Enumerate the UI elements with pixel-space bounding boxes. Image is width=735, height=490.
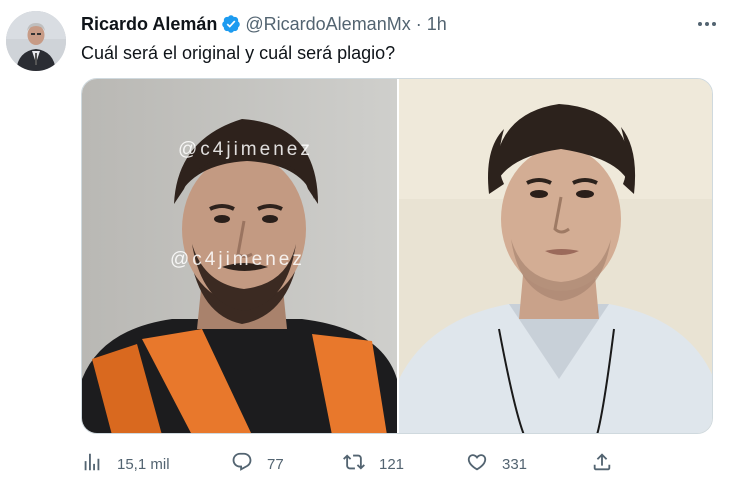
views-icon — [81, 451, 103, 477]
media-photo-right[interactable] — [399, 79, 712, 433]
author-name[interactable]: Ricardo Alemán — [81, 14, 217, 35]
watermark-top: @c4jimenez — [178, 139, 313, 160]
like-count: 331 — [502, 455, 528, 473]
avatar[interactable] — [6, 11, 66, 71]
tweet-timestamp[interactable]: 1h — [427, 14, 447, 35]
watermark-bottom: @c4jimenez — [170, 249, 305, 270]
tweet-header: Ricardo Alemán @RicardoAlemanMx · 1h — [81, 12, 447, 36]
more-options-icon[interactable] — [695, 14, 719, 34]
media-photo-left[interactable]: @c4jimenez @c4jimenez — [82, 79, 397, 433]
retweet-button[interactable]: 121 — [343, 450, 404, 478]
tweet[interactable]: Ricardo Alemán @RicardoAlemanMx · 1h Cuá… — [0, 0, 735, 490]
tweet-media[interactable]: @c4jimenez @c4jimenez — [81, 78, 713, 434]
like-icon — [466, 451, 488, 477]
retweet-count: 121 — [379, 455, 405, 473]
views-button[interactable]: 15,1 mil — [81, 450, 170, 478]
tweet-actions: 15,1 mil 77 121 331 — [81, 450, 621, 478]
verified-badge-icon — [221, 14, 241, 34]
views-count: 15,1 mil — [117, 455, 170, 473]
retweet-icon — [343, 451, 365, 477]
reply-button[interactable]: 77 — [231, 450, 284, 478]
like-button[interactable]: 331 — [466, 450, 527, 478]
separator-dot: · — [415, 13, 422, 34]
tweet-text: Cuál será el original y cuál será plagio… — [81, 43, 396, 63]
reply-count: 77 — [267, 455, 284, 473]
share-button[interactable] — [591, 450, 613, 478]
author-handle[interactable]: @RicardoAlemanMx — [245, 14, 410, 35]
share-icon — [591, 451, 613, 477]
reply-icon — [231, 451, 253, 477]
